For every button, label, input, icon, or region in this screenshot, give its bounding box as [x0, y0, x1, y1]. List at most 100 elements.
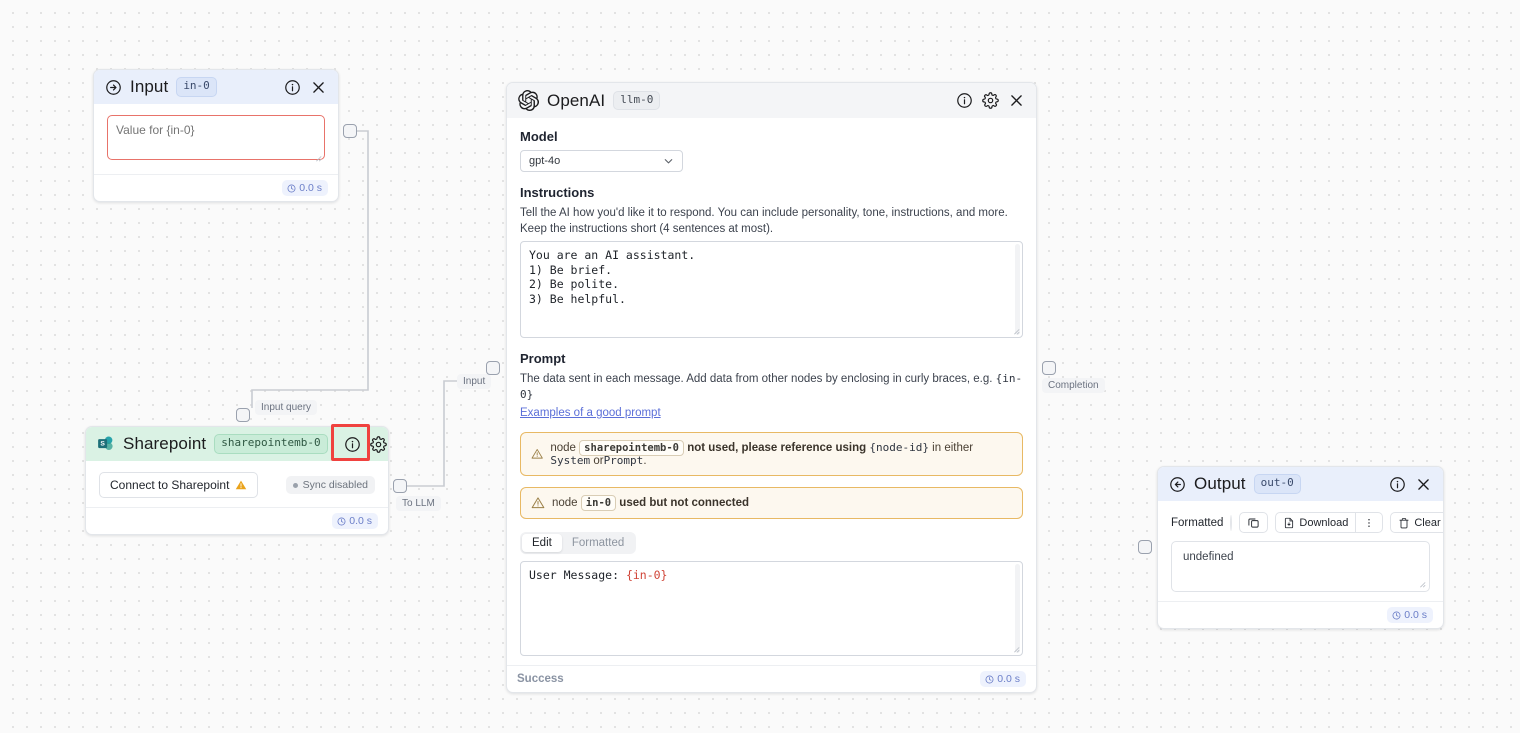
close-icon[interactable]: [1008, 92, 1025, 109]
node-sharepoint-header[interactable]: S Sharepoint sharepointemb-0: [86, 427, 388, 461]
warning-1-token-2: System: [550, 454, 591, 468]
handle-llm-input[interactable]: [486, 361, 500, 375]
warning-2-message: used but not connected: [619, 497, 749, 510]
node-openai[interactable]: OpenAI llm-0 Model gpt-4o Instructions T…: [506, 82, 1037, 694]
node-openai-body: Model gpt-4o Instructions Tell the AI ho…: [507, 118, 1036, 665]
handle-sharepoint-to-llm[interactable]: [393, 479, 407, 493]
prompt-text-plain: User Message:: [529, 568, 626, 583]
info-icon[interactable]: [284, 79, 301, 96]
node-input-body: [94, 104, 338, 174]
node-output-title: Output: [1194, 474, 1246, 493]
node-sharepoint-body: Connect to Sharepoint Sync disabled: [86, 461, 388, 507]
download-label: Download: [1299, 516, 1349, 529]
instructions-help-line-1: Tell the AI how you'd like it to respond…: [520, 207, 1008, 219]
download-file-icon: [1285, 517, 1294, 528]
clear-button[interactable]: Clear: [1390, 512, 1443, 533]
prompt-scrollbar[interactable]: [1015, 564, 1020, 654]
prompt-help-text: The data sent in each message. Add data …: [520, 373, 996, 386]
warning-1-text: node sharepointemb-0 not used, please re…: [550, 440, 1012, 468]
warning-triangle-icon: [531, 497, 545, 509]
node-openai-id-badge: llm-0: [613, 90, 661, 111]
sharepoint-time-badge: 0.0 s: [332, 513, 378, 529]
arrow-left-circle-icon: [1169, 476, 1186, 493]
download-group: Download: [1275, 512, 1384, 533]
sharepoint-logo-icon: S: [97, 435, 115, 453]
input-value-field[interactable]: [107, 115, 325, 160]
warning-1-token: {node-id}: [869, 441, 929, 455]
info-icon[interactable]: [1389, 476, 1406, 493]
input-time-badge: 0.0 s: [282, 180, 328, 196]
tab-edit[interactable]: Edit: [522, 534, 562, 553]
clock-icon: [287, 184, 296, 192]
warning-1-middle: not used, please reference using: [687, 442, 867, 455]
handle-output-in[interactable]: [1138, 540, 1152, 554]
handle-llm-completion[interactable]: [1042, 361, 1056, 375]
prompt-field[interactable]: User Message: {in-0}: [520, 561, 1023, 657]
connect-button-label: Connect to Sharepoint: [110, 478, 230, 492]
warning-unconnected-node: node in-0 used but not connected: [520, 487, 1023, 520]
node-sharepoint-title: Sharepoint: [123, 434, 207, 453]
openai-time-badge: 0.0 s: [980, 671, 1026, 688]
instructions-label: Instructions: [520, 185, 595, 200]
model-label: Model: [520, 129, 558, 144]
sync-status-dot-icon: [292, 482, 298, 488]
more-options-button[interactable]: [1356, 512, 1384, 533]
instructions-field[interactable]: You are an AI assistant. 1) Be brief. 2)…: [520, 241, 1023, 339]
handle-input-out[interactable]: [343, 124, 357, 138]
copy-button[interactable]: [1239, 512, 1269, 533]
model-select[interactable]: gpt-4o: [520, 150, 683, 172]
examples-link[interactable]: Examples of a good prompt: [520, 407, 661, 419]
clock-icon: [337, 517, 346, 525]
formatted-toggle[interactable]: [1230, 514, 1233, 531]
node-output-footer: 0.0 s: [1158, 601, 1443, 628]
instructions-scrollbar[interactable]: [1015, 244, 1020, 336]
download-button[interactable]: Download: [1275, 512, 1357, 533]
copy-icon: [1248, 518, 1259, 528]
svg-text:S: S: [100, 441, 105, 448]
node-input-footer: 0.0 s: [94, 174, 338, 201]
close-icon[interactable]: [1415, 476, 1432, 493]
tab-formatted[interactable]: Formatted: [562, 534, 634, 552]
node-output-id-badge: out-0: [1253, 474, 1301, 494]
arrow-right-circle-icon: [105, 79, 122, 96]
trash-icon: [1399, 517, 1409, 528]
info-icon[interactable]: [956, 92, 973, 109]
node-openai-header[interactable]: OpenAI llm-0: [507, 83, 1036, 118]
node-openai-title: OpenAI: [547, 90, 606, 110]
clock-icon: [1392, 611, 1401, 619]
prompt-help: The data sent in each message. Add data …: [520, 372, 1023, 403]
node-output[interactable]: Output out-0 Formatted Download Clear un…: [1157, 466, 1444, 629]
edge-label-to-llm: To LLM: [396, 496, 441, 511]
warning-2-text: node in-0 used but not connected: [552, 495, 749, 512]
prompt-view-tabs[interactable]: Edit Formatted: [520, 532, 637, 555]
input-time-text: 0.0 s: [299, 182, 322, 194]
formatted-label: Formatted: [1171, 516, 1224, 529]
gear-icon[interactable]: [369, 435, 387, 453]
close-icon[interactable]: [310, 79, 327, 96]
instructions-help-line-2: Keep the instructions short (4 sentences…: [520, 222, 774, 235]
node-input[interactable]: Input in-0 Value for {in-0} 0.0 s: [93, 69, 339, 202]
sync-status-text: Sync disabled: [302, 479, 368, 491]
connect-to-sharepoint-button[interactable]: Connect to Sharepoint: [99, 472, 259, 498]
warning-2-tag: in-0: [580, 495, 617, 512]
warning-1-suffix: .: [643, 455, 647, 468]
clock-icon: [985, 675, 994, 684]
output-time-text: 0.0 s: [1404, 609, 1427, 621]
handle-sharepoint-input-query[interactable]: [236, 408, 250, 422]
resize-grip-icon: [1420, 582, 1426, 588]
warning-1-token-3: Prompt: [603, 454, 644, 468]
node-input-id-badge: in-0: [176, 77, 217, 97]
warning-triangle-icon: [531, 449, 543, 459]
node-input-header[interactable]: Input in-0: [94, 70, 338, 104]
output-content-text: undefined: [1183, 551, 1234, 563]
node-sharepoint[interactable]: S Sharepoint sharepointemb-0 Connect to …: [85, 426, 389, 535]
output-content-view[interactable]: undefined: [1171, 541, 1430, 592]
node-output-header[interactable]: Output out-0: [1158, 467, 1443, 501]
gear-icon[interactable]: [982, 92, 999, 109]
info-icon[interactable]: [344, 436, 361, 453]
workflow-canvas[interactable]: Input query To LLM Input Completion Inpu…: [0, 0, 1520, 733]
warning-1-middle-2: in either: [932, 442, 974, 455]
more-vertical-icon: [1368, 518, 1371, 527]
node-sharepoint-footer: 0.0 s: [86, 507, 388, 534]
openai-time-text: 0.0 s: [997, 673, 1020, 686]
